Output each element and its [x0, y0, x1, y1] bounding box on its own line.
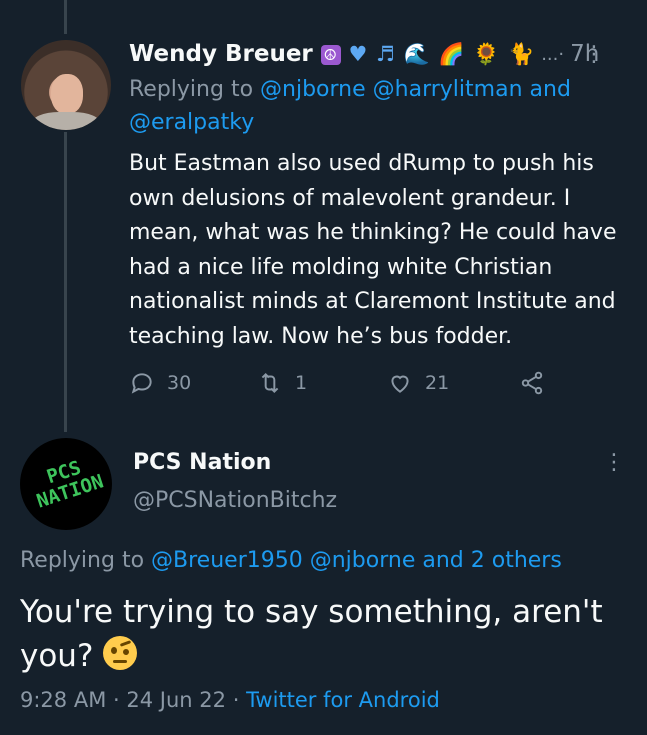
more-icon[interactable]: ⋮ [583, 42, 605, 67]
peace-emoji: ☮ [320, 44, 341, 65]
rainbow-emoji: 🌈 [438, 41, 466, 66]
replying-label: Replying to [129, 77, 254, 102]
retweet-icon [261, 372, 279, 394]
mention-link[interactable]: @Breuer1950 [151, 548, 303, 573]
tweet-date[interactable]: 24 Jun 22 [126, 688, 226, 712]
display-name[interactable]: PCS Nation [133, 450, 271, 475]
share-button[interactable] [519, 370, 545, 396]
display-name[interactable]: Wendy Breuer [129, 41, 313, 67]
tweet-meta: 9:28 AM · 24 Jun 22 · Twitter for Androi… [20, 688, 440, 712]
like-button[interactable]: 21 [387, 370, 449, 396]
tweet-text: You're trying to say something, aren't y… [20, 590, 640, 678]
tweet-header: Wendy Breuer ☮ ♥ ♬ 🌊 🌈 🌻 🐈 ...· 7h ⋮ [129, 36, 627, 72]
retweet-button[interactable]: 1 [257, 370, 307, 396]
heart-emoji: ♥ [348, 41, 369, 66]
more-icon[interactable]: ⋮ [603, 450, 625, 475]
sunflower-emoji: 🌻 [473, 41, 501, 66]
mention-link[interactable]: @njborne [260, 77, 366, 102]
reply-button[interactable]: 30 [129, 370, 191, 396]
reply-icon [131, 373, 152, 394]
wave-emoji: 🌊 [403, 41, 431, 66]
avatar[interactable]: PCS NATION [20, 438, 112, 530]
notes-emoji: ♬ [375, 41, 396, 66]
mention-others[interactable]: and 2 others [422, 548, 561, 573]
cat-emoji: 🐈 [508, 41, 536, 66]
name-emojis: ☮ ♥ ♬ 🌊 🌈 🌻 🐈 [320, 41, 536, 67]
avatar-face [51, 74, 83, 114]
mention-link[interactable]: @njborne [310, 548, 416, 573]
avatar[interactable] [21, 40, 111, 130]
name-ellipsis: ...· [541, 43, 565, 65]
mention-and[interactable]: and [530, 77, 571, 102]
thread-line-top [64, 0, 67, 34]
mention-link[interactable]: @eralpatky [129, 110, 254, 135]
replying-label: Replying to [20, 548, 145, 573]
replying-to: Replying to @njborne @harrylitman and @e… [129, 73, 629, 139]
like-count: 21 [425, 372, 450, 394]
replying-to: Replying to @Breuer1950 @njborne and 2 o… [20, 544, 640, 577]
reply-count: 30 [167, 372, 192, 394]
tweet-time[interactable]: 9:28 AM [20, 688, 106, 712]
meta-separator: · [113, 688, 120, 712]
thread-line [64, 132, 67, 432]
retweet-count: 1 [295, 372, 308, 394]
user-handle[interactable]: @PCSNationBitchz [133, 488, 337, 513]
meta-separator: · [232, 688, 240, 712]
share-icon [521, 371, 543, 395]
avatar-shirt [31, 112, 101, 130]
like-icon [391, 375, 409, 393]
tweet-text: But Eastman also used dRump to push his … [129, 151, 617, 349]
raised-eyebrow-emoji [103, 636, 138, 670]
mention-link[interactable]: @harrylitman [373, 77, 523, 102]
tweet-source[interactable]: Twitter for Android [246, 688, 440, 712]
avatar-logo: PCS NATION [34, 456, 107, 513]
